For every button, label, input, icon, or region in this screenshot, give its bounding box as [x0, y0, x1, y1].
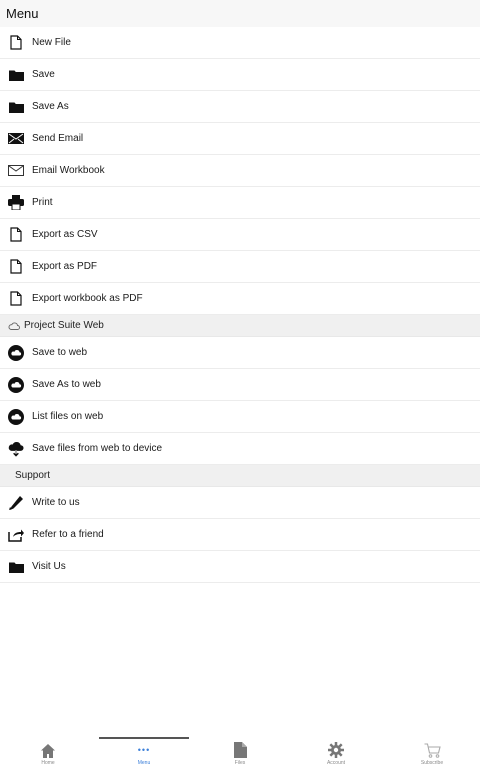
file-icon	[8, 227, 24, 243]
tab-bar: Home ••• Menu Files Account Subscribe	[0, 737, 480, 768]
menu-item-write-to-us[interactable]: Write to us	[0, 487, 480, 519]
menu-item-save-as-to-web[interactable]: Save As to web	[0, 369, 480, 401]
menu-item-label: Save to web	[32, 347, 88, 358]
menu-item-label: Visit Us	[32, 561, 66, 572]
mail-outline-icon	[8, 163, 24, 179]
cloud-circle-icon	[8, 376, 24, 393]
tab-account[interactable]: Account	[291, 737, 381, 768]
tab-label: Menu	[137, 760, 151, 766]
cloud-download-icon	[8, 441, 24, 457]
file-icon	[233, 742, 247, 758]
menu-item-save[interactable]: Save	[0, 59, 480, 91]
menu-item-visit-us[interactable]: Visit Us	[0, 551, 480, 583]
menu-item-label: Print	[32, 197, 53, 208]
menu-item-save-as[interactable]: Save As	[0, 91, 480, 123]
tab-label: Home	[41, 760, 55, 766]
menu-item-label: Refer to a friend	[32, 529, 104, 540]
menu-item-save-to-web[interactable]: Save to web	[0, 337, 480, 369]
menu-item-label: Save As to web	[32, 379, 101, 390]
menu-item-label: List files on web	[32, 411, 104, 422]
printer-icon	[8, 195, 24, 211]
section-title: Support	[15, 470, 51, 481]
menu-item-save-files-from-web[interactable]: Save files from web to device	[0, 433, 480, 465]
pencil-icon	[8, 495, 24, 511]
tab-label: Subscribe	[420, 760, 444, 766]
menu-item-label: Export as PDF	[32, 261, 98, 272]
file-icon	[8, 291, 24, 307]
folder-icon	[8, 99, 24, 115]
menu-item-email-workbook[interactable]: Email Workbook	[0, 155, 480, 187]
menu-item-label: Export as CSV	[32, 229, 98, 240]
folder-icon	[8, 559, 24, 575]
more-dots-icon: •••	[137, 745, 151, 755]
menu-item-list-files-web[interactable]: List files on web	[0, 401, 480, 433]
gear-icon	[328, 742, 344, 758]
menu-item-label: Export workbook as PDF	[32, 293, 143, 304]
cloud-outline-icon	[8, 320, 20, 332]
cloud-circle-icon	[8, 408, 24, 425]
menu-item-label: New File	[32, 37, 71, 48]
menu-item-label: Write to us	[32, 497, 80, 508]
tab-menu[interactable]: ••• Menu	[99, 737, 189, 768]
mail-filled-icon	[8, 131, 24, 147]
menu-item-label: Email Workbook	[32, 165, 105, 176]
menu-item-label: Save files from web to device	[32, 443, 163, 454]
tab-label: Account	[326, 760, 346, 766]
file-icon	[8, 259, 24, 275]
menu-item-refer-friend[interactable]: Refer to a friend	[0, 519, 480, 551]
menu-item-label: Save	[32, 69, 55, 80]
menu-item-export-csv[interactable]: Export as CSV	[0, 219, 480, 251]
cloud-circle-icon	[8, 344, 24, 361]
menu-item-new-file[interactable]: New File	[0, 27, 480, 59]
menu-list: New File Save Save As Send Email Email W…	[0, 27, 480, 583]
menu-item-send-email[interactable]: Send Email	[0, 123, 480, 155]
file-icon	[8, 35, 24, 51]
cart-icon	[424, 742, 441, 758]
section-title: Project Suite Web	[24, 320, 104, 331]
page-title: Menu	[0, 0, 480, 27]
tab-files[interactable]: Files	[195, 737, 285, 768]
section-header-web: Project Suite Web	[0, 315, 480, 337]
share-icon	[8, 527, 24, 543]
tab-home[interactable]: Home	[3, 737, 93, 768]
tab-label: Files	[234, 760, 246, 766]
menu-item-export-pdf[interactable]: Export as PDF	[0, 251, 480, 283]
section-header-support: Support	[0, 465, 480, 487]
tab-subscribe[interactable]: Subscribe	[387, 737, 477, 768]
folder-icon	[8, 67, 24, 83]
home-icon	[40, 742, 56, 758]
menu-item-export-workbook-pdf[interactable]: Export workbook as PDF	[0, 283, 480, 315]
menu-item-label: Save As	[32, 101, 69, 112]
menu-item-print[interactable]: Print	[0, 187, 480, 219]
menu-item-label: Send Email	[32, 133, 84, 144]
